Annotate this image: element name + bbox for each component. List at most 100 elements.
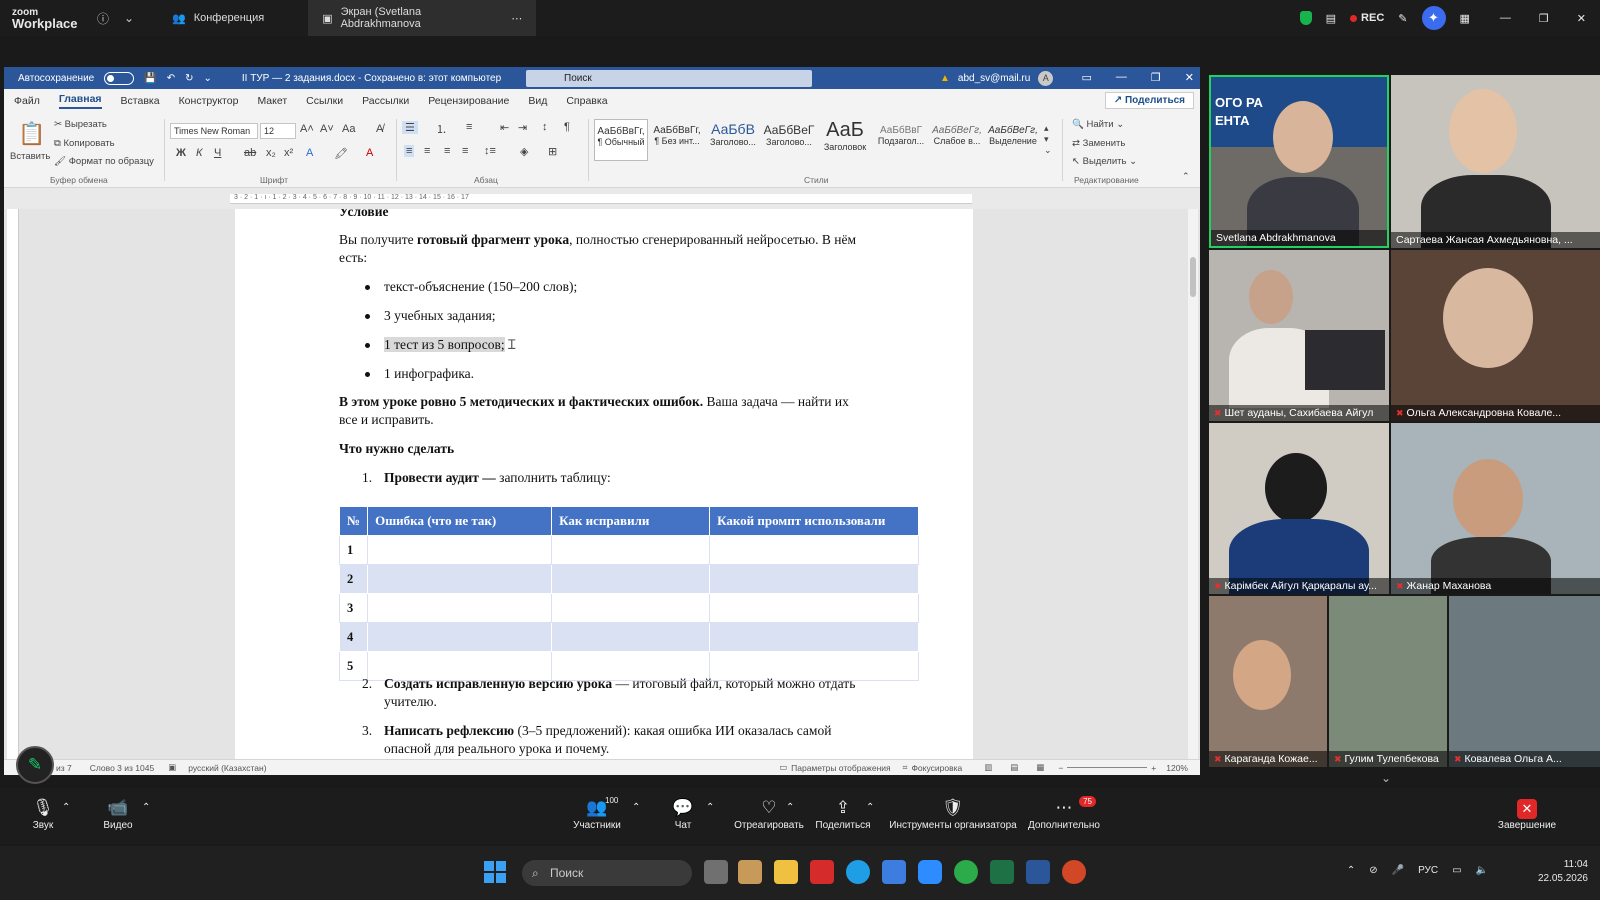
share-options-icon[interactable]: ⌃ (866, 802, 874, 813)
word-search-box[interactable]: Поиск (526, 70, 812, 87)
tab-view[interactable]: Вид (528, 95, 547, 107)
scrollbar-thumb[interactable] (1190, 257, 1196, 297)
print-layout-icon[interactable]: ▤ (1010, 762, 1018, 773)
audio-options-icon[interactable]: ⌃ (62, 802, 70, 813)
cell[interactable] (709, 622, 919, 652)
zoom-slider[interactable] (1067, 767, 1148, 768)
change-case-icon[interactable]: Aa (342, 123, 355, 135)
highlight-icon[interactable]: 🖍 (334, 147, 348, 160)
chrome-icon[interactable] (954, 860, 978, 884)
tab-insert[interactable]: Вставка (121, 95, 160, 107)
superscript-icon[interactable]: x² (284, 147, 293, 159)
style-emphasis[interactable]: АаБбВеГг, Выделение (986, 119, 1040, 161)
clear-format-icon[interactable]: A̸ (376, 123, 383, 135)
close-icon[interactable]: ✕ (1577, 12, 1586, 25)
copy-button[interactable]: ⧉ Копировать (54, 138, 115, 149)
excel-icon[interactable] (990, 860, 1014, 884)
style-heading1[interactable]: АаБбВ Заголово... (706, 119, 760, 161)
word-icon[interactable] (1026, 860, 1050, 884)
bullets-icon[interactable]: ☰ (402, 121, 418, 134)
clock[interactable]: 11:04 22.05.2026 (1538, 858, 1588, 886)
status-page[interactable]: из 7 (56, 763, 72, 773)
word-minimize-icon[interactable]: — (1116, 71, 1127, 84)
cell[interactable] (367, 564, 553, 594)
word-user-account[interactable]: ▲ abd_sv@mail.ru A (940, 71, 1054, 86)
table-row[interactable]: 3 (338, 593, 919, 623)
tab-design[interactable]: Конструктор (179, 95, 239, 107)
tab-file[interactable]: Файл (14, 95, 40, 107)
paste-icon[interactable]: 📋 (18, 121, 45, 147)
participant-tile-4[interactable]: ✖ Карімбек Айгул Қарқаралы ау... (1209, 423, 1389, 594)
annotate-pen-icon[interactable]: ✎ (1398, 12, 1407, 25)
tab-review[interactable]: Рецензирование (428, 95, 509, 107)
align-left-icon[interactable]: ≡ (404, 145, 415, 157)
restore-icon[interactable]: ❐ (1539, 12, 1549, 25)
participant-tile-1[interactable]: Сартаева Жансая Ахмедьяновна, ... (1391, 75, 1600, 248)
input-language[interactable]: РУС (1418, 865, 1438, 876)
cell[interactable] (367, 593, 553, 623)
numbering-icon[interactable]: ⒈ (436, 121, 447, 137)
tab-references[interactable]: Ссылки (306, 95, 343, 107)
participants-button[interactable]: 👥 100 Участники (568, 796, 626, 831)
table-row[interactable]: 2 (338, 564, 919, 594)
proofing-icon[interactable]: ▣ (168, 762, 176, 773)
tab-home[interactable]: Главная (58, 93, 102, 109)
font-name-select[interactable]: Times New Roman (170, 123, 258, 139)
multilevel-list-icon[interactable]: ≡ (466, 121, 472, 133)
mic-tray-icon[interactable]: 🎤 (1392, 865, 1404, 876)
vertical-scrollbar[interactable] (1188, 209, 1198, 759)
word-maximize-icon[interactable]: ❐ (1151, 71, 1161, 84)
underline-icon[interactable]: Ч (214, 147, 221, 159)
decrease-indent-icon[interactable]: ⇤ (500, 121, 509, 134)
edge-icon[interactable] (846, 860, 870, 884)
find-button[interactable]: 🔍 Найти ⌄ (1072, 119, 1124, 130)
increase-indent-icon[interactable]: ⇥ (518, 121, 527, 134)
more-options-icon[interactable]: ⋯ (511, 12, 522, 25)
participant-tile-0[interactable]: ОГО РА ЕНТА Svetlana Abdrakhmanova (1209, 75, 1389, 248)
document-title[interactable]: II ТУР — 2 задания.docx - Сохранено в: э… (242, 73, 501, 84)
cell[interactable] (367, 535, 553, 565)
table-row[interactable]: 4 (338, 622, 919, 652)
avatar[interactable]: A (1038, 71, 1054, 86)
style-heading2[interactable]: АаБбВеГ Заголово... (762, 119, 816, 161)
web-layout-icon[interactable]: ▦ (1036, 762, 1044, 773)
view-layout-icon[interactable]: ▦ (1460, 12, 1470, 25)
table-row[interactable]: 1 (338, 535, 919, 565)
taskbar-search[interactable]: ⌕ Поиск (522, 860, 692, 886)
tab-mailings[interactable]: Рассылки (362, 95, 409, 107)
end-meeting-button[interactable]: ✕ Завершение (1494, 796, 1560, 831)
cell[interactable] (551, 535, 711, 565)
tab-conference[interactable]: 👥 Конференция (158, 0, 278, 36)
ai-companion-icon[interactable]: ✦ (1421, 6, 1446, 30)
bold-icon[interactable]: Ж (176, 147, 186, 159)
paste-label[interactable]: Вставить (10, 151, 50, 162)
style-subtle-emphasis[interactable]: АаБбВеГг, Слабое в... (930, 119, 984, 161)
collapse-ribbon-icon[interactable]: ⌃ (1182, 171, 1190, 182)
redo-icon[interactable]: ↻ (185, 73, 193, 84)
cell[interactable] (709, 535, 919, 565)
chat-button[interactable]: 💬 Чат (668, 796, 698, 831)
cell[interactable] (551, 593, 711, 623)
line-spacing-icon[interactable]: ↕≡ (484, 145, 496, 157)
focus-mode[interactable]: Фокусировка (911, 763, 962, 773)
autosave-toggle[interactable] (104, 71, 135, 85)
tab-screen-share[interactable]: ▣ Экран (Svetlana Abdrakhmanova ⋯ (308, 0, 537, 36)
chat-options-icon[interactable]: ⌃ (706, 802, 714, 813)
status-language[interactable]: русский (Казахстан) (188, 763, 266, 773)
styles-scroll-icon[interactable]: ▴ ▾ ⌄ (1044, 123, 1052, 156)
cut-button[interactable]: ✂ Вырезать (54, 119, 107, 130)
horizontal-ruler[interactable]: 3 · 2 · 1 · ı · 1 · 2 · 3 · 4 · 5 · 6 · … (230, 194, 972, 204)
app-icon[interactable] (738, 860, 762, 884)
font-shrink-icon[interactable]: A˅ (320, 123, 334, 135)
status-words[interactable]: Слово 3 из 1045 (90, 763, 154, 773)
cell[interactable] (709, 564, 919, 594)
participants-options-icon[interactable]: ⌃ (632, 802, 640, 813)
align-center-icon[interactable]: ≡ (424, 145, 430, 157)
tab-help[interactable]: Справка (566, 95, 607, 107)
cell[interactable] (367, 622, 553, 652)
info-icon[interactable]: ⓘ (90, 10, 116, 27)
undo-icon[interactable]: ↶ (167, 73, 175, 84)
host-tools-button[interactable]: 🛡 Инструменты организатора (888, 796, 1018, 831)
network-off-icon[interactable]: ⊘ (1369, 865, 1377, 876)
notes-icon[interactable]: ▤ (1326, 12, 1336, 25)
